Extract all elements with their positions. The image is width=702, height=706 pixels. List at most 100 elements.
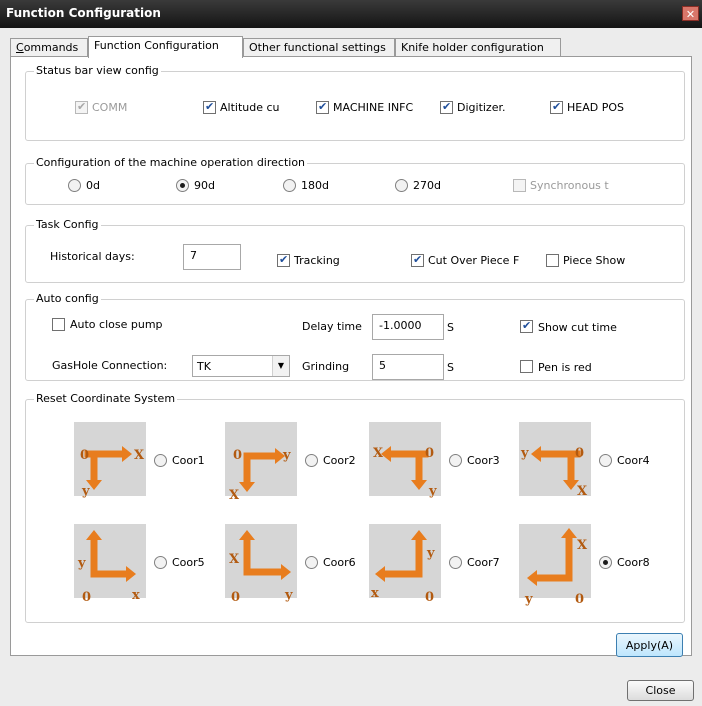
direction-90d-radio[interactable] [176, 179, 189, 192]
altitude-checkbox[interactable] [203, 100, 216, 114]
tab-knife-holder-configuration[interactable]: Knife holder configuration [395, 38, 561, 57]
coord-label-coor7: Coor7 [467, 556, 500, 569]
coord-radio-coor6[interactable] [305, 556, 318, 569]
dropdown-arrow-icon[interactable]: ▼ [272, 356, 289, 376]
auto-config-group: Auto config Auto close pump Delay time -… [25, 292, 685, 381]
apply-button[interactable]: Apply(A) [616, 633, 683, 657]
pen-is-red-label: Pen is red [538, 361, 592, 374]
direction-270d-radio[interactable] [395, 179, 408, 192]
tab-other-functional-settings[interactable]: Other functional settings [243, 38, 395, 57]
coord-label-coor6: Coor6 [323, 556, 356, 569]
task-config-legend: Task Config [34, 218, 101, 231]
function-configuration-window: Function Configuration ✕ Commands Functi… [0, 0, 702, 706]
machine-info-checkbox[interactable] [316, 100, 329, 114]
coord-radio-coor3[interactable] [449, 454, 462, 467]
axis-label: 0 [231, 590, 241, 605]
direction-0d-label: 0d [86, 179, 100, 192]
coordinate-diagram-coor2: 0 y X [225, 422, 297, 503]
show-cut-time-checkbox[interactable] [520, 319, 533, 333]
gashole-connection-label: GasHole Connection: [52, 359, 168, 372]
direction-0d-radio[interactable] [68, 179, 81, 192]
coord-radio-coor4[interactable] [599, 454, 612, 467]
axis-label: 0 [233, 448, 243, 463]
show-cut-time-label: Show cut time [538, 321, 617, 334]
pen-is-red-checkbox[interactable] [520, 360, 533, 373]
axis-label: X [229, 552, 240, 567]
coord-radio-coor7[interactable] [449, 556, 462, 569]
direction-180d-radio[interactable] [283, 179, 296, 192]
coordinate-diagram-coor4: y 0 X [519, 422, 591, 499]
cut-over-piece-checkbox[interactable] [411, 253, 424, 267]
grinding-label: Grinding [302, 360, 350, 373]
direction-180d-label: 180d [301, 179, 329, 192]
piece-show-checkbox[interactable] [546, 254, 559, 267]
auto-close-pump-checkbox[interactable] [52, 318, 65, 331]
close-button[interactable]: Close [627, 680, 694, 701]
axis-label: x [371, 586, 379, 601]
coord-label-coor1: Coor1 [172, 454, 205, 467]
auto-config-legend: Auto config [34, 292, 101, 305]
piece-show-label: Piece Show [563, 254, 626, 267]
comm-checkbox[interactable] [75, 100, 88, 114]
axis-label: X [229, 488, 240, 503]
tab-commands-label: ommands [23, 41, 79, 54]
title-bar[interactable]: Function Configuration ✕ [0, 0, 702, 28]
coordinate-diagram-coor3: X 0 y [369, 422, 441, 499]
coordinate-arrows-icon [527, 528, 577, 586]
delay-time-label: Delay time [302, 320, 362, 333]
direction-group: Configuration of the machine operation d… [25, 156, 685, 205]
grinding-input[interactable]: 5 [372, 354, 444, 380]
axis-label: y [285, 588, 293, 603]
coord-label-coor2: Coor2 [323, 454, 356, 467]
coordinate-arrows-icon [375, 530, 427, 582]
task-config-group: Task Config Historical days: 7 Tracking … [25, 218, 685, 283]
axis-label: 0 [425, 590, 435, 605]
coord-radio-coor5[interactable] [154, 556, 167, 569]
coord-label-coor8: Coor8 [617, 556, 650, 569]
altitude-label: Altitude cu [220, 101, 280, 114]
axis-label: y [78, 556, 86, 571]
head-pos-checkbox[interactable] [550, 100, 563, 114]
axis-label: X [577, 484, 588, 499]
historical-days-input[interactable]: 7 [183, 244, 241, 270]
digitizer-checkbox[interactable] [440, 100, 453, 114]
window-title: Function Configuration [6, 6, 161, 20]
synchronous-label: Synchronous t [530, 179, 609, 192]
status-bar-group: Status bar view config COMM Altitude cu … [25, 64, 685, 141]
axis-label: X [577, 538, 588, 553]
axis-label: X [134, 448, 145, 463]
delay-time-unit: S [447, 321, 454, 334]
axis-label: 0 [425, 446, 435, 461]
axis-label: X [373, 446, 384, 461]
coordinate-diagram-coor8: Xy 0 [519, 524, 591, 607]
reset-coordinate-legend: Reset Coordinate System [34, 392, 178, 405]
axis-label: y [427, 546, 435, 561]
synchronous-checkbox[interactable] [513, 179, 526, 192]
direction-270d-label: 270d [413, 179, 441, 192]
coord-radio-coor2[interactable] [305, 454, 318, 467]
reset-coordinate-group: Reset Coordinate System 0 Xy Coor1 0 y X Coor… [25, 392, 685, 623]
machine-info-label: MACHINE INFC [333, 101, 414, 114]
coord-label-coor4: Coor4 [617, 454, 650, 467]
direction-legend: Configuration of the machine operation d… [34, 156, 308, 169]
axis-label: 0 [80, 448, 90, 463]
coord-label-coor5: Coor5 [172, 556, 205, 569]
digitizer-label: Digitizer. [457, 101, 506, 114]
tab-commands[interactable]: Commands [10, 38, 88, 57]
axis-label: x [132, 588, 140, 603]
coord-radio-coor8[interactable] [599, 556, 612, 569]
coord-radio-coor1[interactable] [154, 454, 167, 467]
close-window-icon[interactable]: ✕ [682, 6, 699, 21]
axis-label: 0 [82, 590, 92, 605]
head-pos-label: HEAD POS [567, 101, 624, 114]
cut-over-piece-label: Cut Over Piece F [428, 254, 520, 267]
axis-label: y [82, 484, 90, 499]
gashole-connection-select[interactable]: TK ▼ [192, 355, 290, 377]
grinding-unit: S [447, 361, 454, 374]
coordinate-diagram-coor5: y 0 x [74, 524, 146, 605]
axis-label: y [283, 448, 291, 463]
tab-function-configuration[interactable]: Function Configuration [88, 36, 243, 58]
auto-close-pump-label: Auto close pump [70, 318, 163, 331]
tracking-checkbox[interactable] [277, 253, 290, 267]
delay-time-input[interactable]: -1.0000 [372, 314, 444, 340]
